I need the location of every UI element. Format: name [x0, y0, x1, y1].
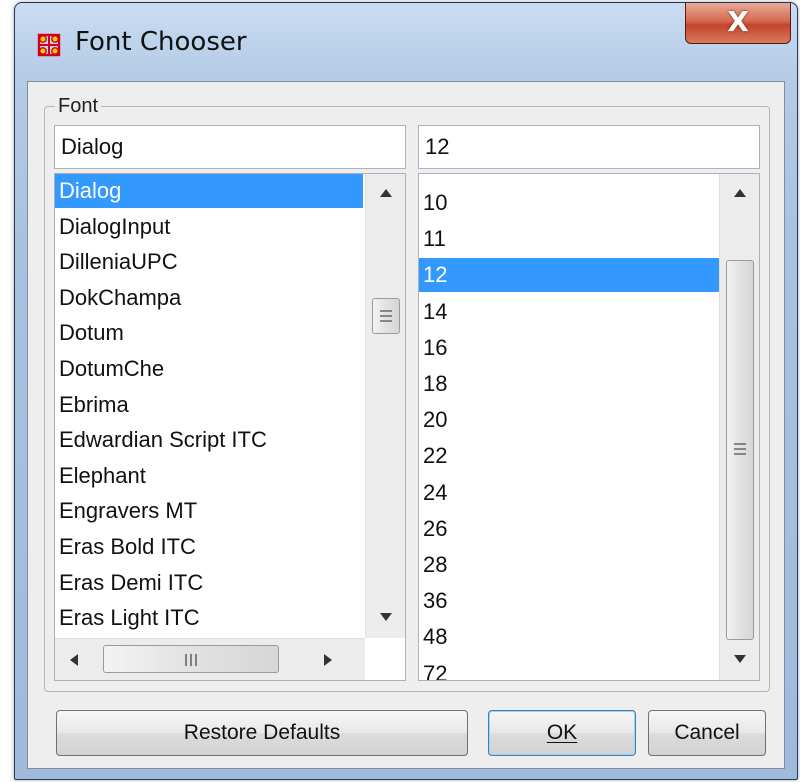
list-item[interactable]: DilleniaUPC [55, 245, 363, 279]
list-item[interactable]: 36 [419, 584, 719, 618]
ok-button-label: OK [546, 721, 578, 744]
list-item[interactable]: Dialog [55, 174, 363, 208]
font-size-list[interactable]: 8 10111214161820222426283648 72 [418, 173, 760, 681]
list-item[interactable]: Eras Bold ITC [55, 530, 363, 564]
list-item[interactable]: 11 [419, 222, 719, 256]
ok-button[interactable]: OK [488, 710, 636, 756]
arrow-down-icon[interactable] [733, 654, 747, 664]
arrow-down-icon[interactable] [379, 612, 393, 622]
font-name-field[interactable]: Dialog [54, 125, 406, 169]
arrow-up-icon[interactable] [379, 188, 393, 198]
font-list-scroll-thumb[interactable] [372, 298, 400, 334]
list-item[interactable]: 16 [419, 331, 719, 365]
grip-icon [734, 443, 746, 455]
list-item[interactable]: Dotum [55, 316, 363, 350]
list-item[interactable]: 18 [419, 367, 719, 401]
list-item[interactable]: DialogInput [55, 210, 363, 244]
partial-list-item: 8 [419, 174, 719, 182]
list-item[interactable]: Eras Demi ITC [55, 566, 363, 600]
list-item[interactable]: Eras Light ITC [55, 601, 363, 635]
list-item[interactable]: 10 [419, 186, 719, 220]
list-item[interactable]: 72 [419, 657, 719, 680]
size-list-vscrollbar[interactable] [719, 174, 759, 680]
list-item[interactable]: 14 [419, 295, 719, 329]
list-item[interactable]: 20 [419, 403, 719, 437]
list-item[interactable]: 12 [419, 258, 719, 293]
size-list-scroll-thumb[interactable] [726, 260, 754, 640]
list-item[interactable]: 48 [419, 620, 719, 654]
font-list-hscrollbar[interactable] [55, 638, 365, 680]
restore-defaults-button[interactable]: Restore Defaults [56, 710, 468, 756]
list-item[interactable]: 26 [419, 512, 719, 546]
font-chooser-window: Font Chooser X Font Dialog 12 Dialog Dial… [14, 2, 798, 780]
list-item[interactable]: 24 [419, 476, 719, 510]
font-size-field[interactable]: 12 [418, 125, 760, 169]
title-bar[interactable]: Font Chooser X [15, 3, 797, 85]
list-item[interactable]: Ebrima [55, 388, 363, 422]
list-item[interactable]: DotumChe [55, 352, 363, 386]
list-item[interactable]: Edwardian Script ITC [55, 423, 363, 457]
font-list-hscroll-thumb[interactable] [103, 645, 279, 673]
font-list-vscrollbar[interactable] [365, 174, 405, 638]
dialog-body: Font Dialog 12 Dialog DialogInput Dillenia… [27, 81, 785, 769]
grip-icon [185, 654, 197, 666]
list-item[interactable]: Elephant [55, 459, 363, 493]
list-item[interactable]: Engravers MT [55, 494, 363, 528]
grip-icon [380, 310, 392, 322]
arrow-right-icon[interactable] [323, 653, 333, 667]
font-group: Font Dialog 12 Dialog DialogInput Dillenia… [44, 95, 770, 692]
close-icon: X [727, 5, 749, 38]
arrow-up-icon[interactable] [733, 188, 747, 198]
font-group-label: Font [55, 95, 102, 118]
list-item[interactable]: 22 [419, 439, 719, 473]
grid-app-icon [37, 33, 61, 57]
list-item[interactable]: 28 [419, 548, 719, 582]
font-name-list[interactable]: Dialog DialogInput DilleniaUPC DokChampa Dot… [54, 173, 406, 681]
cancel-button[interactable]: Cancel [648, 710, 766, 756]
close-button[interactable]: X [685, 3, 791, 44]
list-item[interactable]: DokChampa [55, 281, 363, 315]
window-title: Font Chooser [75, 27, 247, 57]
arrow-left-icon[interactable] [69, 653, 79, 667]
